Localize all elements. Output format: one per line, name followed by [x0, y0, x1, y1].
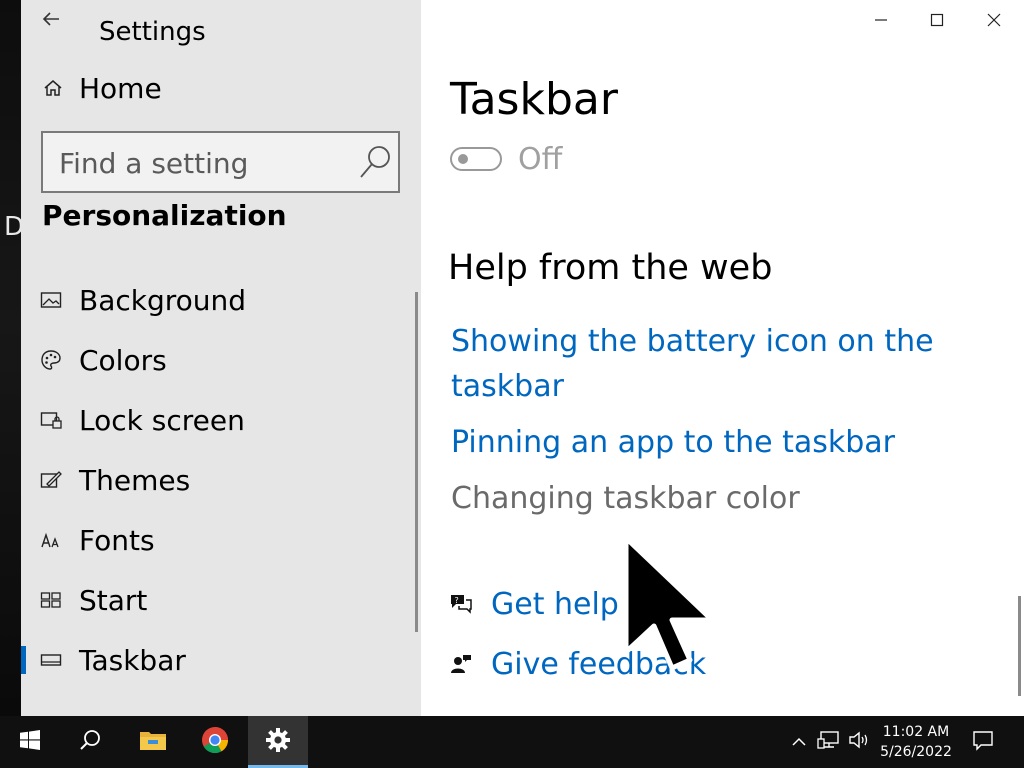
search-input[interactable] — [57, 133, 351, 193]
desktop-background: D — [0, 0, 24, 716]
link-line: taskbar — [451, 369, 564, 404]
sidebar-item-fonts[interactable]: Fonts — [21, 512, 415, 568]
link-line: Pinning an app to the taskbar — [451, 425, 895, 460]
speaker-icon — [847, 729, 871, 755]
chat-help-icon: ? — [449, 592, 473, 616]
chevron-up-icon — [791, 733, 807, 752]
sidebar-item-taskbar[interactable]: Taskbar — [21, 632, 415, 688]
home-icon — [39, 74, 67, 102]
sidebar-item-label: Start — [79, 583, 148, 617]
mouse-cursor-icon — [620, 534, 720, 674]
home-label: Home — [79, 71, 162, 105]
maximize-icon — [930, 12, 944, 31]
get-help-row[interactable]: ? Get help — [449, 582, 619, 626]
volume-button[interactable] — [846, 729, 872, 755]
start-tiles-icon — [39, 588, 63, 612]
back-arrow-icon[interactable] — [39, 6, 65, 32]
sidebar-item-label: Colors — [79, 343, 167, 377]
sidebar-item-home[interactable]: Home — [39, 66, 162, 110]
folder-icon — [139, 728, 167, 756]
link-pinning-app[interactable]: Pinning an app to the taskbar — [451, 420, 895, 465]
settings-window: Settings Home Personalization Background — [21, 0, 1024, 716]
link-line: Showing the battery icon on the — [451, 324, 934, 359]
link-line: Changing taskbar color — [451, 481, 800, 516]
page-title: Taskbar — [450, 74, 618, 125]
toggle-knob — [458, 154, 468, 164]
taskbar-toggle[interactable] — [450, 147, 502, 171]
link-taskbar-color[interactable]: Changing taskbar color — [451, 476, 800, 521]
lock-screen-icon — [39, 408, 63, 432]
taskbar-icon — [39, 648, 63, 672]
taskbar-search-button[interactable] — [62, 716, 118, 768]
minimize-button[interactable] — [854, 5, 908, 37]
themes-brush-icon — [39, 468, 63, 492]
windows-logo-icon — [20, 730, 40, 754]
sidebar: Settings Home Personalization Background — [21, 0, 421, 716]
maximize-button[interactable] — [910, 5, 964, 37]
sidebar-item-background[interactable]: Background — [21, 272, 415, 328]
start-button[interactable] — [0, 716, 60, 768]
clock-date: 5/26/2022 — [880, 744, 952, 760]
search-icon — [79, 729, 101, 755]
clock-time: 11:02 AM — [882, 724, 950, 740]
sidebar-item-label: Fonts — [79, 523, 155, 557]
palette-icon — [39, 348, 63, 372]
app-title: Settings — [99, 17, 206, 47]
close-button[interactable] — [967, 5, 1021, 37]
file-explorer-button[interactable] — [124, 716, 182, 768]
minimize-icon — [874, 12, 888, 31]
notification-icon — [972, 729, 994, 755]
chrome-button[interactable] — [186, 716, 244, 768]
help-section-title: Help from the web — [448, 248, 773, 288]
settings-taskbar-button[interactable] — [248, 716, 308, 768]
taskbar: 11:02 AM 5/26/2022 — [0, 716, 1024, 768]
feedback-person-icon — [449, 652, 473, 676]
sidebar-scrollbar[interactable] — [415, 292, 418, 632]
sidebar-item-start[interactable]: Start — [21, 572, 415, 628]
network-button[interactable] — [816, 729, 842, 755]
sidebar-item-lock-screen[interactable]: Lock screen — [21, 392, 415, 448]
chrome-icon — [201, 726, 229, 758]
network-icon — [817, 729, 841, 755]
taskbar-toggle-row: Off — [450, 139, 562, 179]
selection-indicator — [21, 646, 26, 674]
main-scrollbar[interactable] — [1018, 596, 1021, 696]
search-icon[interactable] — [358, 143, 394, 181]
show-hidden-icons-button[interactable] — [786, 729, 812, 755]
link-battery-icon[interactable]: Showing the battery icon on the taskbar — [451, 319, 934, 409]
sidebar-item-themes[interactable]: Themes — [21, 452, 415, 508]
picture-icon — [39, 288, 63, 312]
sidebar-item-label: Taskbar — [79, 643, 186, 677]
taskbar-clock[interactable]: 11:02 AM 5/26/2022 — [872, 722, 960, 762]
section-title: Personalization — [42, 199, 287, 232]
main-content: Taskbar Off Help from the web Showing th… — [421, 0, 1024, 716]
get-help-link[interactable]: Get help — [491, 587, 619, 622]
sidebar-item-label: Lock screen — [79, 403, 245, 437]
fonts-icon — [39, 528, 63, 552]
sidebar-item-colors[interactable]: Colors — [21, 332, 415, 388]
action-center-button[interactable] — [970, 729, 996, 755]
sidebar-item-label: Themes — [79, 463, 191, 497]
search-box[interactable] — [41, 131, 400, 193]
toggle-state-label: Off — [518, 141, 563, 177]
gear-icon — [265, 727, 291, 757]
svg-text:?: ? — [455, 596, 459, 605]
sidebar-item-label: Background — [79, 283, 247, 317]
close-icon — [987, 12, 1001, 31]
